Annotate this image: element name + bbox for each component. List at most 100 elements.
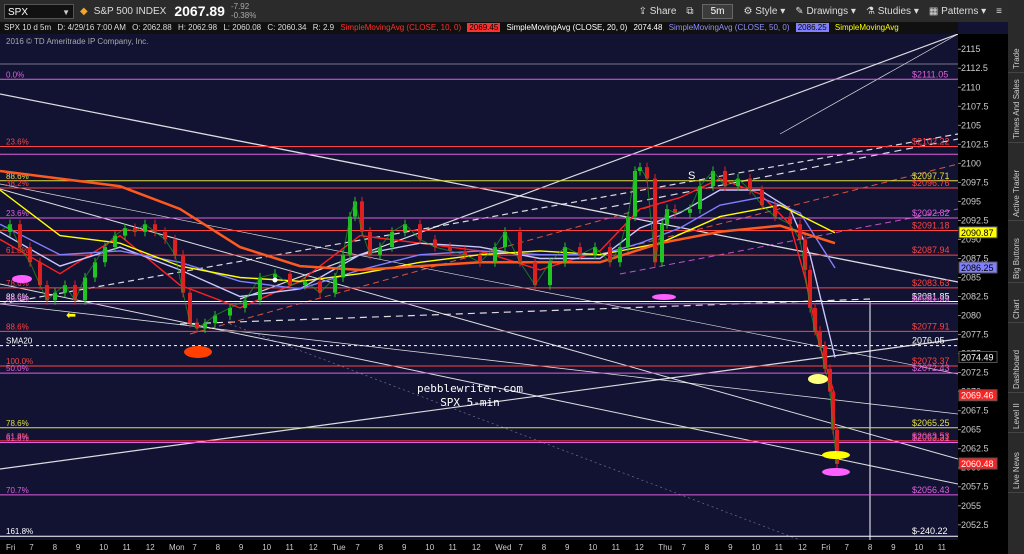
menu-icon[interactable]: ≡ [996, 6, 1002, 17]
marker-ellipse [822, 468, 850, 476]
level-price-label: $2063.31 [912, 433, 950, 443]
lock-icon[interactable]: ⧉ [686, 6, 693, 17]
sma-extra-label: SimpleMovingAvg [834, 23, 899, 32]
drawings-button[interactable]: ✎ Drawings ▾ [795, 6, 856, 17]
info-period: SPX 10 d 5m [4, 23, 52, 32]
level-price-label: $-240.22 [912, 526, 948, 536]
time-tick-label: 8 [379, 543, 384, 552]
symbol-input[interactable]: SPX ▼ [4, 3, 74, 20]
side-panel: Trade Times And Sales Active Trader Big But… [1008, 0, 1024, 554]
side-tab-chart[interactable]: Chart [1008, 282, 1024, 323]
timeframe-button[interactable]: 5m [701, 3, 734, 19]
price-tick-label: 2112.5 [961, 63, 988, 73]
tag-icon[interactable]: ◆ [80, 6, 88, 17]
symbol-description: S&P 500 INDEX [93, 5, 167, 17]
info-range: R: 2.9 [312, 23, 335, 32]
candle [803, 239, 807, 270]
time-tick-label: 12 [146, 543, 155, 552]
level-price-label: $2102.22 [912, 136, 950, 146]
price-tick-label: 2057.5 [961, 482, 989, 492]
sma10-value: 2069.45 [467, 23, 501, 32]
time-tick-label: 10 [425, 543, 434, 552]
studies-button[interactable]: ⚗ Studies ▾ [866, 6, 919, 17]
level-price-label: $2111.05 [912, 69, 948, 79]
side-tab-level-ii[interactable]: Level II [1008, 392, 1024, 433]
fib-pct-label: 0.0% [6, 70, 24, 79]
time-tick-label: Thu [658, 543, 672, 552]
fib-pct-label: 23.6% [6, 137, 29, 146]
time-tick-label: 8 [705, 543, 710, 552]
time-tick-label: 8 [216, 543, 221, 552]
info-date: D: 4/29/16 7:00 AM [57, 23, 126, 32]
patterns-button[interactable]: ▦ Patterns ▾ [929, 6, 986, 17]
time-tick-label: 8 [542, 543, 547, 552]
level-price-label: $2092.82 [912, 208, 950, 218]
candle [808, 269, 812, 308]
last-price: 2067.89 [174, 3, 225, 19]
chevron-down-icon[interactable]: ▼ [62, 5, 70, 20]
price-tick-label: 2097.5 [961, 177, 989, 187]
side-tab-label: Chart [1012, 299, 1021, 319]
level-price-label: $2081.55 [912, 294, 950, 304]
side-tab-live-news[interactable]: Live News [1008, 432, 1024, 493]
info-low: L: 2060.08 [223, 23, 262, 32]
time-tick-label: 9 [565, 543, 570, 552]
time-tick-label: 11 [612, 543, 621, 552]
time-tick-label: 9 [728, 543, 733, 552]
time-axis[interactable]: Fri 7 8 9 10 11 12 Mon 7 8 9 10 11 12 Tue 7 8 9 10 11 12 Wed 7… [0, 540, 1008, 554]
side-tab-dashboard[interactable]: Dashboard [1008, 322, 1024, 393]
share-button[interactable]: ⇪ Share [639, 6, 677, 17]
price-tick-label: 2095 [961, 196, 981, 206]
price-tick-label: 2052.5 [961, 520, 989, 530]
price-tick-label: 2082.5 [961, 292, 989, 302]
price-tick-label: 2100 [961, 158, 981, 168]
time-tick-label: 9 [891, 543, 896, 552]
price-badge-label: 2060.48 [961, 459, 994, 469]
price-tick-label: 2115 [961, 44, 980, 54]
price-tick-label: 2072.5 [961, 368, 989, 378]
fib-pct-label: 61.8% [6, 434, 29, 443]
side-tab-active-trader[interactable]: Active Trader [1008, 142, 1024, 221]
side-tab-big-buttons[interactable]: Big Buttons [1008, 220, 1024, 283]
time-tick-label: 11 [449, 543, 458, 552]
time-tick-label: 10 [914, 543, 923, 552]
side-tab-label: Live News [1012, 452, 1021, 489]
candle [518, 231, 522, 263]
annotation-s: S [688, 170, 695, 182]
candle [493, 247, 497, 263]
time-tick-label: 10 [588, 543, 597, 552]
level-price-label: $2072.43 [912, 363, 950, 373]
candle [563, 247, 567, 263]
arrow-marker: ⬅ [66, 308, 76, 322]
fib-pct-label: 50.0% [6, 364, 29, 373]
time-tick-label: 9 [76, 543, 81, 552]
info-close: C: 2060.34 [267, 23, 307, 32]
side-tab-label: Active Trader [1012, 169, 1021, 217]
price-tick-label: 2110 [961, 82, 980, 92]
candle [828, 368, 832, 392]
level-price-label: $2096.76 [912, 178, 950, 188]
change-box: -7.92 -0.38% [231, 2, 256, 20]
fib-pct-label: 23.6% [6, 209, 29, 218]
side-tab-label: Level II [1012, 403, 1021, 429]
fib-pct-label: 38.2% [6, 179, 29, 188]
price-tick-label: 2067.5 [961, 406, 989, 416]
sma20-value: 2074.48 [633, 23, 663, 32]
level-price-label: $2091.18 [912, 220, 950, 230]
time-tick-label: 11 [122, 543, 131, 552]
time-tick-label: Wed [495, 543, 511, 552]
marker-ellipse [808, 374, 828, 384]
price-axis[interactable]: 2115 2112.5 2110 2107.5 2105 2102.5 2100 2097.5… [958, 34, 1008, 540]
level-price-label: 2076.05 [912, 336, 945, 346]
candle [548, 262, 552, 286]
time-tick-label: 10 [751, 543, 760, 552]
marker-ellipse [652, 294, 676, 300]
time-tick-label: 9 [402, 543, 407, 552]
side-tab-trade[interactable]: Trade [1008, 22, 1024, 73]
style-button[interactable]: ⚙ Style ▾ [743, 6, 785, 17]
price-chart[interactable]: $2111.050.0%$2102.2223.6%$2097.7188.6%$2… [0, 34, 958, 540]
side-tab-times-and-sales[interactable]: Times And Sales [1008, 72, 1024, 143]
sma10-label: SimpleMovingAvg (CLOSE, 10, 0) [340, 23, 462, 32]
chart-toolbar: SPX ▼ ◆ S&P 500 INDEX 2067.89 -7.92 -0.3… [0, 0, 1024, 22]
sma50-value: 2086.25 [795, 23, 829, 32]
